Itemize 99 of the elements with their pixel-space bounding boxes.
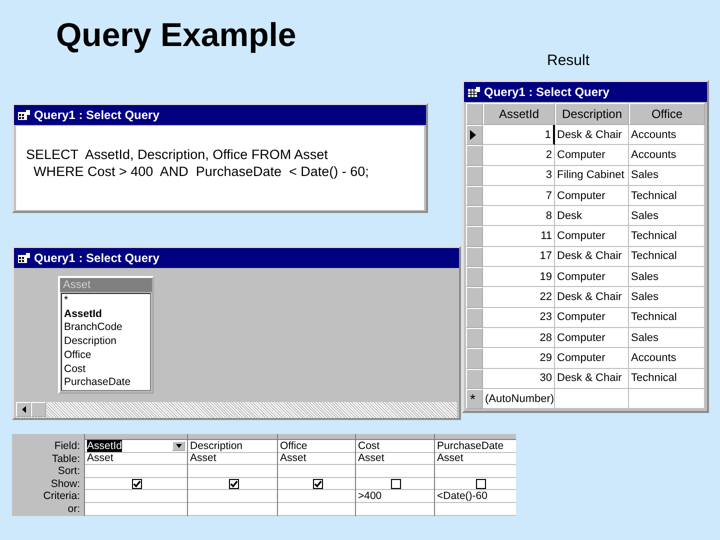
row-label: Field: xyxy=(53,440,81,453)
column-header[interactable]: Description xyxy=(555,103,629,125)
office-cell: Technical xyxy=(629,368,705,389)
field-cell[interactable]: PurchaseDate xyxy=(435,440,516,453)
office-cell: Sales xyxy=(629,166,705,186)
office-cell: Accounts xyxy=(629,145,705,166)
new-record-marker[interactable]: * xyxy=(466,388,483,410)
current-record-icon xyxy=(470,130,476,140)
field-item[interactable]: Description xyxy=(62,335,150,349)
field-item[interactable]: * xyxy=(62,294,150,308)
office-cell: Accounts xyxy=(629,348,705,369)
table-cell[interactable]: Asset xyxy=(435,452,516,466)
asset-id-cell: 17 xyxy=(483,246,555,268)
result-label: Result xyxy=(547,52,590,69)
show-checkbox[interactable] xyxy=(132,478,142,489)
table-cell[interactable]: Asset xyxy=(278,452,355,466)
record-selector[interactable] xyxy=(466,125,483,146)
office-cell: Accounts xyxy=(629,125,705,146)
office-cell: Technical xyxy=(629,186,705,206)
asset-id-cell: 28 xyxy=(483,328,555,348)
description-cell: Computer xyxy=(555,308,629,328)
dropdown-button[interactable] xyxy=(172,440,185,451)
table-cell[interactable]: Asset xyxy=(356,452,434,466)
description-cell: Computer xyxy=(555,145,629,166)
description-cell: Computer xyxy=(555,328,629,348)
description-cell: Filing Cabinet xyxy=(555,166,629,186)
field-cell[interactable]: Description xyxy=(188,440,277,453)
table-name: Asset xyxy=(60,278,152,292)
scroll-left-button[interactable] xyxy=(16,402,31,417)
field-cell[interactable]: Cost xyxy=(356,440,434,453)
asset-id-cell: 29 xyxy=(483,348,555,369)
asset-id-cell: 11 xyxy=(483,226,555,247)
table-field-list[interactable]: Asset * AssetId BranchCode Description Office Cost PurchaseDate xyxy=(58,276,154,394)
slide-title: Query Example xyxy=(56,16,296,54)
table-cell[interactable]: Asset xyxy=(188,452,277,466)
description-cell: Computer xyxy=(555,226,629,247)
asset-id-cell: 7 xyxy=(483,186,555,206)
asset-id-cell: 2 xyxy=(483,145,555,166)
show-checkbox[interactable] xyxy=(391,478,401,489)
field-item[interactable]: Office xyxy=(62,348,150,363)
row-label: Sort: xyxy=(56,465,81,478)
scroll-thumb[interactable] xyxy=(31,402,46,417)
window-title: Query1 : Select Query xyxy=(34,108,160,122)
description-cell: Computer xyxy=(555,267,629,288)
criteria-cell[interactable]: >400 xyxy=(356,490,434,503)
datasheet-icon xyxy=(468,87,480,97)
office-cell: Technical xyxy=(629,226,705,247)
show-checkbox[interactable] xyxy=(228,478,238,489)
asset-id-cell: 3 xyxy=(483,166,555,186)
column-selector[interactable] xyxy=(435,434,516,440)
title-bar[interactable]: Query1 : Select Query xyxy=(14,248,459,268)
row-label: Table: xyxy=(50,452,81,466)
office-cell: Technical xyxy=(629,246,705,268)
left-arrow-icon xyxy=(22,406,26,413)
criteria-cell[interactable]: <Date()-60 xyxy=(435,490,516,503)
description-cell: Desk & Chair xyxy=(555,368,629,389)
description-cell: Computer xyxy=(555,186,629,206)
query-icon xyxy=(18,110,30,120)
asset-id-cell: (AutoNumber) xyxy=(483,388,555,410)
asset-id-cell: 8 xyxy=(483,206,555,226)
row-label: or: xyxy=(66,502,81,516)
asset-id-cell: 23 xyxy=(483,308,555,328)
title-bar[interactable]: Query1 : Select Query xyxy=(14,105,426,125)
field-item[interactable]: PurchaseDate xyxy=(62,376,150,390)
column-selector[interactable] xyxy=(356,434,434,440)
office-cell: Sales xyxy=(629,287,705,308)
field-item[interactable]: BranchCode xyxy=(62,321,150,336)
show-checkbox[interactable] xyxy=(312,478,322,489)
title-bar[interactable]: Query1 : Select Query xyxy=(464,82,707,102)
caret-icon xyxy=(176,444,182,448)
show-checkbox[interactable] xyxy=(476,478,486,489)
sql-editor[interactable]: SELECT AssetId, Description, Office FROM Asset WHERE Cost > 400 AND PurchaseDate < Date() - 60; xyxy=(16,126,424,210)
asset-id-cell: 22 xyxy=(483,287,555,308)
office-cell: Sales xyxy=(629,328,705,348)
table-cell[interactable]: Asset xyxy=(85,452,187,466)
horizontal-scrollbar[interactable] xyxy=(16,402,457,418)
office-cell: Sales xyxy=(629,206,705,226)
office-cell: Sales xyxy=(629,267,705,288)
field-item[interactable]: Cost xyxy=(62,362,150,376)
field-item[interactable]: AssetId xyxy=(62,308,150,322)
window-title: Query1 : Select Query xyxy=(484,85,610,99)
description-cell: Desk xyxy=(555,206,629,226)
column-header[interactable]: Office xyxy=(629,103,705,125)
description-cell: Desk & Chair xyxy=(555,246,629,268)
field-cell[interactable]: Office xyxy=(278,440,355,453)
field-cell[interactable]: AssetId xyxy=(85,440,187,453)
asset-id-cell: 1 xyxy=(483,125,555,146)
description-cell: Desk & Chair xyxy=(555,287,629,308)
column-header[interactable]: AssetId xyxy=(483,103,555,125)
description-cell: Desk & Chair xyxy=(555,125,629,146)
column-selector[interactable] xyxy=(278,434,355,440)
query-icon xyxy=(18,253,30,263)
asset-id-cell: 19 xyxy=(483,267,555,288)
row-label: Show: xyxy=(50,478,81,490)
row-label: Criteria: xyxy=(42,490,81,503)
description-cell: Computer xyxy=(555,348,629,369)
window-title: Query1 : Select Query xyxy=(34,251,160,265)
office-cell: Technical xyxy=(629,308,705,328)
asset-id-cell: 30 xyxy=(483,368,555,389)
